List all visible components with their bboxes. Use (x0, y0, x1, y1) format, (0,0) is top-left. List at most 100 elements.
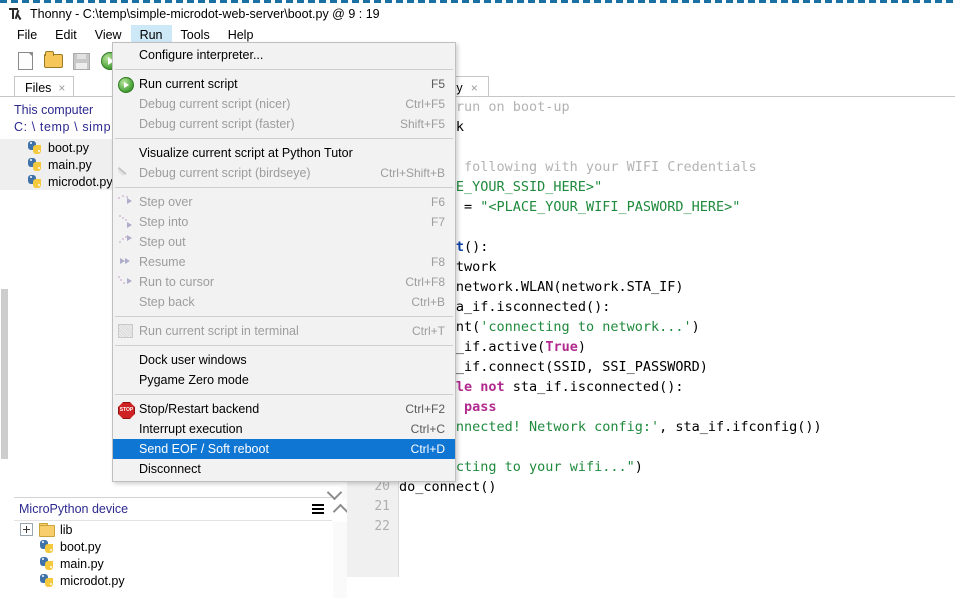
run-play-icon (118, 77, 134, 93)
menu-item-resume[interactable]: Resume F8 (113, 252, 455, 272)
file-name: main.py (48, 157, 92, 172)
device-panel-title: MicroPython device (19, 502, 129, 516)
step-out-icon (118, 235, 133, 250)
code-token: 'Connected! Network config:' (431, 419, 660, 435)
menu-separator (115, 187, 453, 188)
tree-item-lib[interactable]: lib (14, 521, 332, 538)
new-file-button[interactable] (12, 48, 38, 72)
menu-item-label: Debug current script (nicer) (139, 97, 291, 111)
step-into-icon (118, 215, 133, 230)
menu-item-step-into[interactable]: Step into F7 (113, 212, 455, 232)
resume-icon (118, 255, 133, 270)
python-file-icon (40, 556, 54, 571)
gutter-line-21: 21 (374, 499, 390, 514)
menu-item-shortcut: Ctrl+Shift+B (380, 166, 445, 180)
python-file-icon (28, 174, 42, 189)
menu-item-visualize-current-script-at-python-tutor[interactable]: Visualize current script at Python Tutor (113, 143, 455, 163)
run-dropdown-menu[interactable]: Configure interpreter... Run current scri… (112, 42, 456, 482)
menu-separator (115, 345, 453, 346)
tree-item-main[interactable]: main.py (14, 555, 332, 572)
menu-item-shortcut: Shift+F5 (399, 117, 445, 131)
menu-separator (115, 394, 453, 395)
file-name: microdot.py (48, 174, 113, 189)
menu-item-run-current-script-in-terminal[interactable]: Run current script in terminal Ctrl+T (113, 321, 455, 341)
list-item[interactable]: boot.py (0, 139, 120, 156)
list-item[interactable]: main.py (0, 156, 120, 173)
tree-item-microdot[interactable]: microdot.py (14, 572, 332, 589)
menu-item-shortcut: Ctrl+B (411, 295, 445, 309)
menu-item-shortcut: Ctrl+D (410, 442, 445, 456)
close-icon[interactable]: × (471, 81, 478, 95)
birdseye-icon (118, 166, 133, 181)
menu-item-label: Stop/Restart backend (139, 402, 260, 416)
menu-item-interrupt-execution[interactable]: Interrupt execution Ctrl+C (113, 419, 455, 439)
menu-item-step-out[interactable]: Step out (113, 232, 455, 252)
tree-item-label: main.py (60, 556, 104, 571)
save-file-button[interactable] (68, 48, 94, 72)
close-icon[interactable]: × (58, 81, 65, 95)
python-file-icon (40, 573, 54, 588)
menu-item-label: Step into (139, 215, 189, 229)
menu-item-debug-current-script-birdseye[interactable]: Debug current script (birdseye) Ctrl+Shif… (113, 163, 455, 183)
code-line: while not sta_if.isconnected(): (399, 377, 955, 397)
python-file-icon (28, 157, 42, 172)
code-token: True (545, 339, 578, 355)
menu-item-step-over[interactable]: Step over F6 (113, 192, 455, 212)
files-scrollbar-thumb[interactable] (1, 289, 8, 459)
tab-files[interactable]: Files × (14, 76, 75, 97)
menu-item-label: Resume (139, 255, 186, 269)
code-token: 'connecting to network...' (480, 319, 692, 335)
python-file-icon (28, 140, 42, 155)
menu-item-shortcut: F6 (430, 195, 445, 209)
menu-item-debug-current-script-faster[interactable]: Debug current script (faster) Shift+F5 (113, 114, 455, 134)
code-line: port network (399, 257, 955, 277)
tree-item-label: boot.py (60, 539, 102, 554)
menu-item-run-current-script[interactable]: Run current script F5 (113, 74, 455, 94)
menu-item-label: Step over (139, 195, 193, 209)
code-line: not sta_if.isconnected(): (399, 297, 955, 317)
expand-plus-icon[interactable] (20, 523, 33, 536)
menu-separator (115, 69, 453, 70)
tree-item-label: lib (60, 522, 73, 537)
menu-item-label: Configure interpreter... (139, 48, 264, 62)
gutter-line-22: 22 (374, 519, 390, 534)
tree-item-boot[interactable]: boot.py (14, 538, 332, 555)
menu-item-configure-interpreter[interactable]: Configure interpreter... (113, 45, 455, 65)
menu-item-debug-current-script-nicer[interactable]: Debug current script (nicer) Ctrl+F5 (113, 94, 455, 114)
menu-item-stop-restart-backend[interactable]: STOP Stop/Restart backend Ctrl+F2 (113, 399, 455, 419)
menu-item-send-eof-soft-reboot[interactable]: Send EOF / Soft reboot Ctrl+D (113, 439, 455, 459)
open-folder-icon (44, 51, 63, 68)
folder-icon (39, 523, 55, 537)
list-item[interactable]: microdot.py (0, 173, 120, 190)
menu-item-pygame-zero-mode[interactable]: Pygame Zero mode (113, 370, 455, 390)
hamburger-icon[interactable] (312, 504, 324, 514)
menu-item-label: Step out (139, 235, 186, 249)
device-panel-header: MicroPython device (14, 498, 332, 521)
menu-item-label: Run current script in terminal (139, 324, 299, 338)
tree-item-label: microdot.py (60, 573, 125, 588)
menu-item-dock-user-windows[interactable]: Dock user windows (113, 350, 455, 370)
code-line: ASSWORD = "<PLACE_YOUR_WIFI_PASWORD_HERE… (399, 197, 955, 217)
files-scrollbar[interactable] (0, 271, 8, 491)
menu-file[interactable]: File (8, 25, 46, 45)
code-editor[interactable]: .py -- run on boot-up network ace the fol… (399, 97, 955, 577)
menu-item-disconnect[interactable]: Disconnect (113, 459, 455, 479)
code-line: "<PLACE_YOUR_SSID_HERE>" (399, 177, 955, 197)
code-line: a_if = network.WLAN(network.STA_IF) (399, 277, 955, 297)
menu-edit[interactable]: Edit (46, 25, 86, 45)
code-line: pass (399, 397, 955, 417)
save-disk-icon (73, 53, 90, 70)
code-token: ) (634, 459, 643, 475)
device-panel: MicroPython device lib boot.py main.py m… (14, 497, 332, 598)
title-bar: Thonny - C:\temp\simple-microdot-web-ser… (0, 3, 955, 25)
menu-item-label: Visualize current script at Python Tutor (139, 146, 353, 160)
menu-separator (115, 138, 453, 139)
open-file-button[interactable] (40, 48, 66, 72)
python-file-icon (40, 539, 54, 554)
device-scroll-up-button[interactable] (332, 500, 349, 522)
menu-item-run-to-cursor[interactable]: Run to cursor Ctrl+F8 (113, 272, 455, 292)
menu-item-step-back[interactable]: Step back Ctrl+B (113, 292, 455, 312)
tab-files-label: Files (25, 81, 52, 95)
